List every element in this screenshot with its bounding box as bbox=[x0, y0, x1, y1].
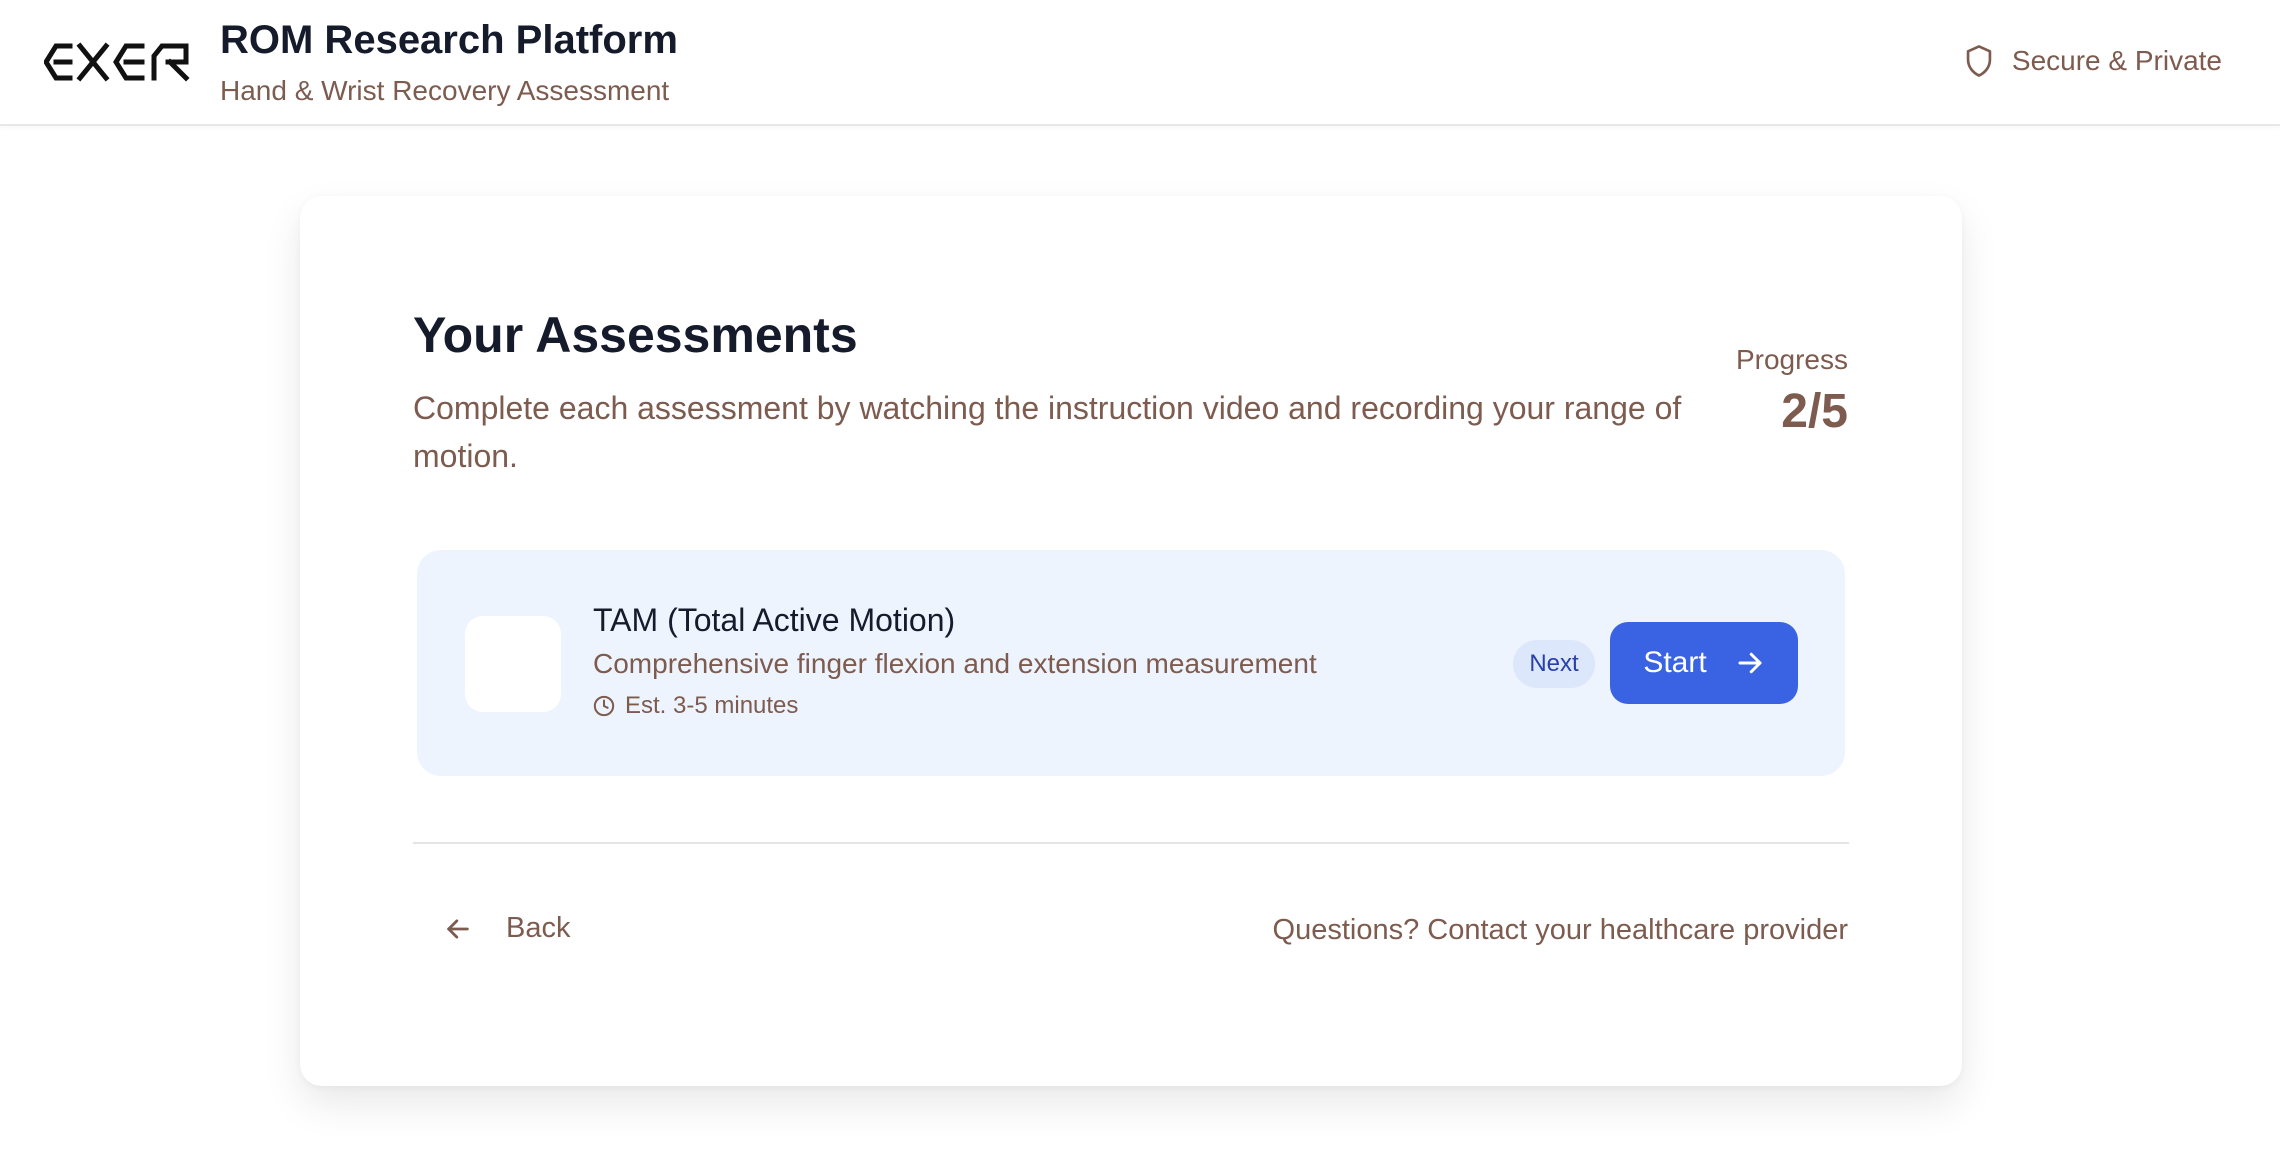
page-title: Your Assessments bbox=[413, 307, 858, 363]
back-button[interactable]: Back bbox=[444, 912, 570, 945]
start-button-label: Start bbox=[1643, 646, 1707, 679]
page-description: Complete each assessment by watching the… bbox=[413, 390, 1682, 474]
assessment-description: Comprehensive finger flexion and extensi… bbox=[593, 648, 1317, 679]
progress-label: Progress bbox=[1735, 344, 1848, 375]
assessment-title: TAM (Total Active Motion) bbox=[593, 602, 956, 638]
assessment-duration: Est. 3-5 minutes bbox=[593, 692, 798, 720]
top-header: ROM Research Platform Hand & Wrist Recov… bbox=[0, 0, 2280, 126]
assessment-item-tam[interactable]: TAM (Total Active Motion) Comprehensive … bbox=[417, 550, 1845, 776]
app-title: ROM Research Platform bbox=[220, 18, 678, 62]
exer-logo bbox=[44, 42, 190, 82]
app-subtitle: Hand & Wrist Recovery Assessment bbox=[220, 75, 670, 106]
assessment-thumbnail bbox=[465, 616, 561, 712]
assessment-duration-label: Est. 3-5 minutes bbox=[625, 692, 799, 719]
secure-label: Secure & Private bbox=[2011, 45, 2222, 76]
contact-text: Questions? Contact your healthcare provi… bbox=[1272, 914, 1848, 946]
divider bbox=[413, 842, 1849, 844]
clock-icon bbox=[593, 695, 615, 717]
assessments-card: Your Assessments Complete each assessmen… bbox=[300, 196, 1962, 1086]
arrow-right-icon bbox=[1738, 652, 1762, 674]
start-button[interactable]: Start bbox=[1610, 622, 1798, 704]
arrow-left-icon bbox=[447, 918, 469, 939]
progress-value: 2/5 bbox=[1781, 385, 1848, 438]
back-label: Back bbox=[506, 912, 571, 944]
next-badge: Next bbox=[1513, 640, 1595, 688]
secure-indicator: Secure & Private bbox=[1964, 44, 2222, 78]
shield-icon bbox=[1966, 45, 1992, 77]
